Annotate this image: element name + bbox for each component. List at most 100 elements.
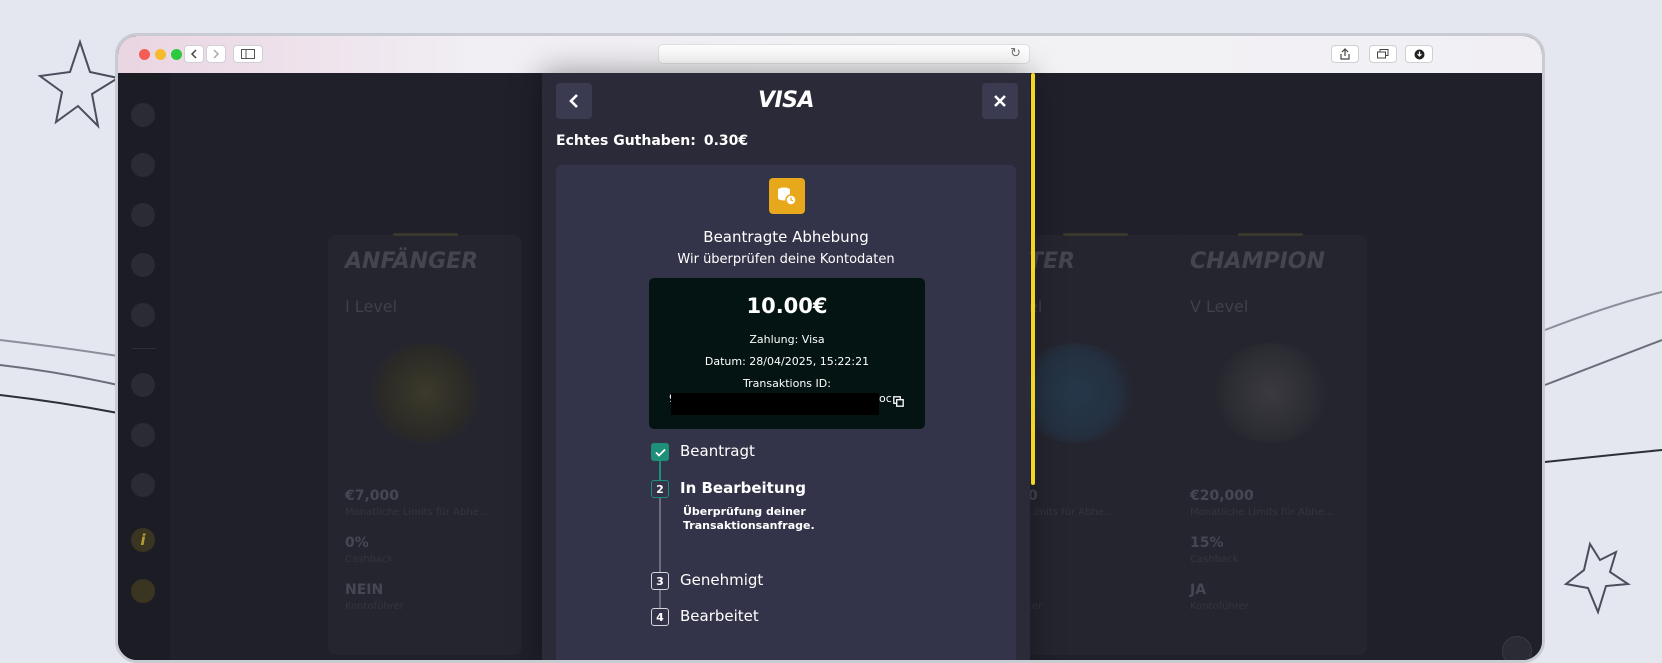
gear-emblem-icon: [1018, 343, 1133, 443]
card-cashback: 0%: [345, 535, 369, 551]
step-connector: [659, 461, 661, 481]
basketball-icon[interactable]: [131, 203, 155, 227]
step-connector: [659, 498, 661, 572]
card-cashback: 15%: [1190, 535, 1224, 551]
card-cashback-label: Cashback: [345, 554, 394, 565]
tabs-icon: [1377, 49, 1389, 59]
sidebar-toggle-button[interactable]: [233, 45, 263, 63]
promo-icon[interactable]: [131, 423, 155, 447]
zoom-window-button[interactable]: [171, 49, 182, 60]
downloads-button[interactable]: [1405, 45, 1433, 63]
chat-icon[interactable]: [1502, 636, 1532, 660]
reload-icon[interactable]: ↻: [1010, 46, 1021, 61]
withdrawal-amount: 10.00€: [746, 294, 828, 318]
card-title: CHAMPION: [1190, 249, 1325, 274]
card-account-manager-label: Kontoführer: [1190, 601, 1249, 612]
card-level: V Level: [1190, 297, 1249, 316]
balance-value: 0.30€: [703, 133, 749, 149]
atom-emblem-icon: [1213, 343, 1328, 443]
shield-emblem-icon: [368, 343, 483, 443]
step-1-label: Beantragt: [680, 442, 755, 460]
modal-scrollbar[interactable]: [1031, 73, 1035, 485]
close-icon: [994, 95, 1006, 107]
browser-back-button[interactable]: [184, 45, 204, 63]
card-account-manager: NEIN: [345, 582, 384, 598]
card-limit: €7,000: [345, 488, 400, 504]
minimize-window-button[interactable]: [155, 49, 166, 60]
transaction-receipt: 10.00€ Zahlung: Visa Datum: 28/04/2025, …: [649, 278, 925, 429]
card-account-manager-label: Kontoführer: [345, 601, 404, 612]
loyalty-card-beginner: ANFÄNGER I Level €7,000 Monatliche Limit…: [328, 233, 522, 655]
card-limit-label: Monatliche Limits für Abhe...: [345, 507, 489, 518]
browser-forward-button[interactable]: [206, 45, 226, 63]
line-left-3: [0, 394, 119, 414]
step-2-number: 2: [651, 480, 669, 498]
line-right-3: [1544, 449, 1662, 463]
sport-icon[interactable]: [131, 153, 155, 177]
step-4-number: 4: [651, 608, 669, 626]
transaction-id-suffix: oc: [879, 392, 892, 405]
transaction-id-label: Transaktions ID:: [743, 377, 831, 390]
cards-icon[interactable]: [131, 253, 155, 277]
card-limit: €20,000: [1190, 488, 1254, 504]
loyalty-card-champion: CHAMPION V Level €20,000 Monatliche Limi…: [1173, 233, 1367, 655]
side-navigation: i: [118, 73, 170, 660]
browser-window: ↻ i ANFÄNGER I Level €7,000 Monatliche L…: [115, 33, 1545, 663]
card-cashback-label: Cashback: [1190, 554, 1239, 565]
payment-method: Zahlung: Visa: [749, 333, 825, 346]
check-icon: [654, 448, 666, 457]
download-icon: [1414, 49, 1424, 59]
line-left-2: [0, 364, 119, 386]
phone-icon[interactable]: [131, 579, 155, 603]
trophy-icon[interactable]: [131, 473, 155, 497]
live-icon[interactable]: [131, 303, 155, 327]
real-balance: Echtes Guthaben: 0.30€: [556, 133, 748, 149]
step-2-note: Überprüfung deiner Transaktionsanfrage.: [683, 505, 815, 532]
step-4-label: Bearbeitet: [680, 607, 759, 625]
card-accent: [393, 233, 458, 236]
withdrawal-status-panel: Beantragte Abhebung Wir überprüfen deine…: [556, 165, 1016, 660]
copy-icon[interactable]: [893, 396, 904, 407]
divider: [132, 348, 156, 349]
wheel-icon[interactable]: [131, 373, 155, 397]
address-bar[interactable]: ↻: [658, 44, 1030, 64]
card-limit-label: Monatliche Limits für Abhe...: [1190, 507, 1334, 518]
step-2-label: In Bearbeitung: [680, 479, 806, 497]
card-title: TER: [1028, 249, 1075, 274]
balance-label: Echtes Guthaben:: [556, 133, 696, 149]
line-right-1: [1544, 291, 1662, 331]
coins-clock-icon: [769, 178, 805, 214]
share-button[interactable]: [1331, 45, 1359, 63]
card-title: ANFÄNGER: [345, 249, 479, 274]
casino-site: i ANFÄNGER I Level €7,000 Monatliche Lim…: [118, 73, 1542, 660]
close-button[interactable]: [982, 83, 1018, 119]
star-right: [1563, 541, 1631, 615]
step-connector: [659, 590, 661, 608]
step-1-check: [651, 443, 669, 461]
close-window-button[interactable]: [139, 49, 150, 60]
card-accent: [1063, 233, 1128, 236]
line-right-2: [1544, 339, 1662, 386]
chevron-right-icon: [213, 49, 220, 59]
browser-toolbar: ↻: [118, 36, 1542, 74]
request-subtitle: Wir überprüfen deine Kontodaten: [677, 252, 895, 267]
card-account-manager-label: ter: [1028, 601, 1043, 612]
visa-logo: VISA: [757, 88, 815, 113]
line-left-1: [0, 339, 119, 357]
redacted-block: [671, 393, 879, 415]
transaction-date: Datum: 28/04/2025, 15:22:21: [704, 355, 870, 368]
soccer-icon[interactable]: [131, 103, 155, 127]
step-3-label: Genehmigt: [680, 571, 764, 589]
card-limit-label: Limits für Abhe...: [1028, 507, 1114, 518]
card-account-manager: JA: [1190, 582, 1207, 598]
step-3-number: 3: [651, 572, 669, 590]
card-level: I Level: [345, 297, 398, 316]
share-icon: [1340, 48, 1350, 60]
request-title: Beantragte Abhebung: [703, 228, 869, 246]
star-left: [37, 38, 121, 129]
withdrawal-modal: VISA Echtes Guthaben: 0.30€ Beantragte A…: [542, 73, 1030, 660]
card-accent: [1238, 233, 1303, 236]
tabs-button[interactable]: [1369, 45, 1397, 63]
sidebar-icon: [241, 49, 255, 59]
info-icon[interactable]: i: [131, 528, 155, 552]
